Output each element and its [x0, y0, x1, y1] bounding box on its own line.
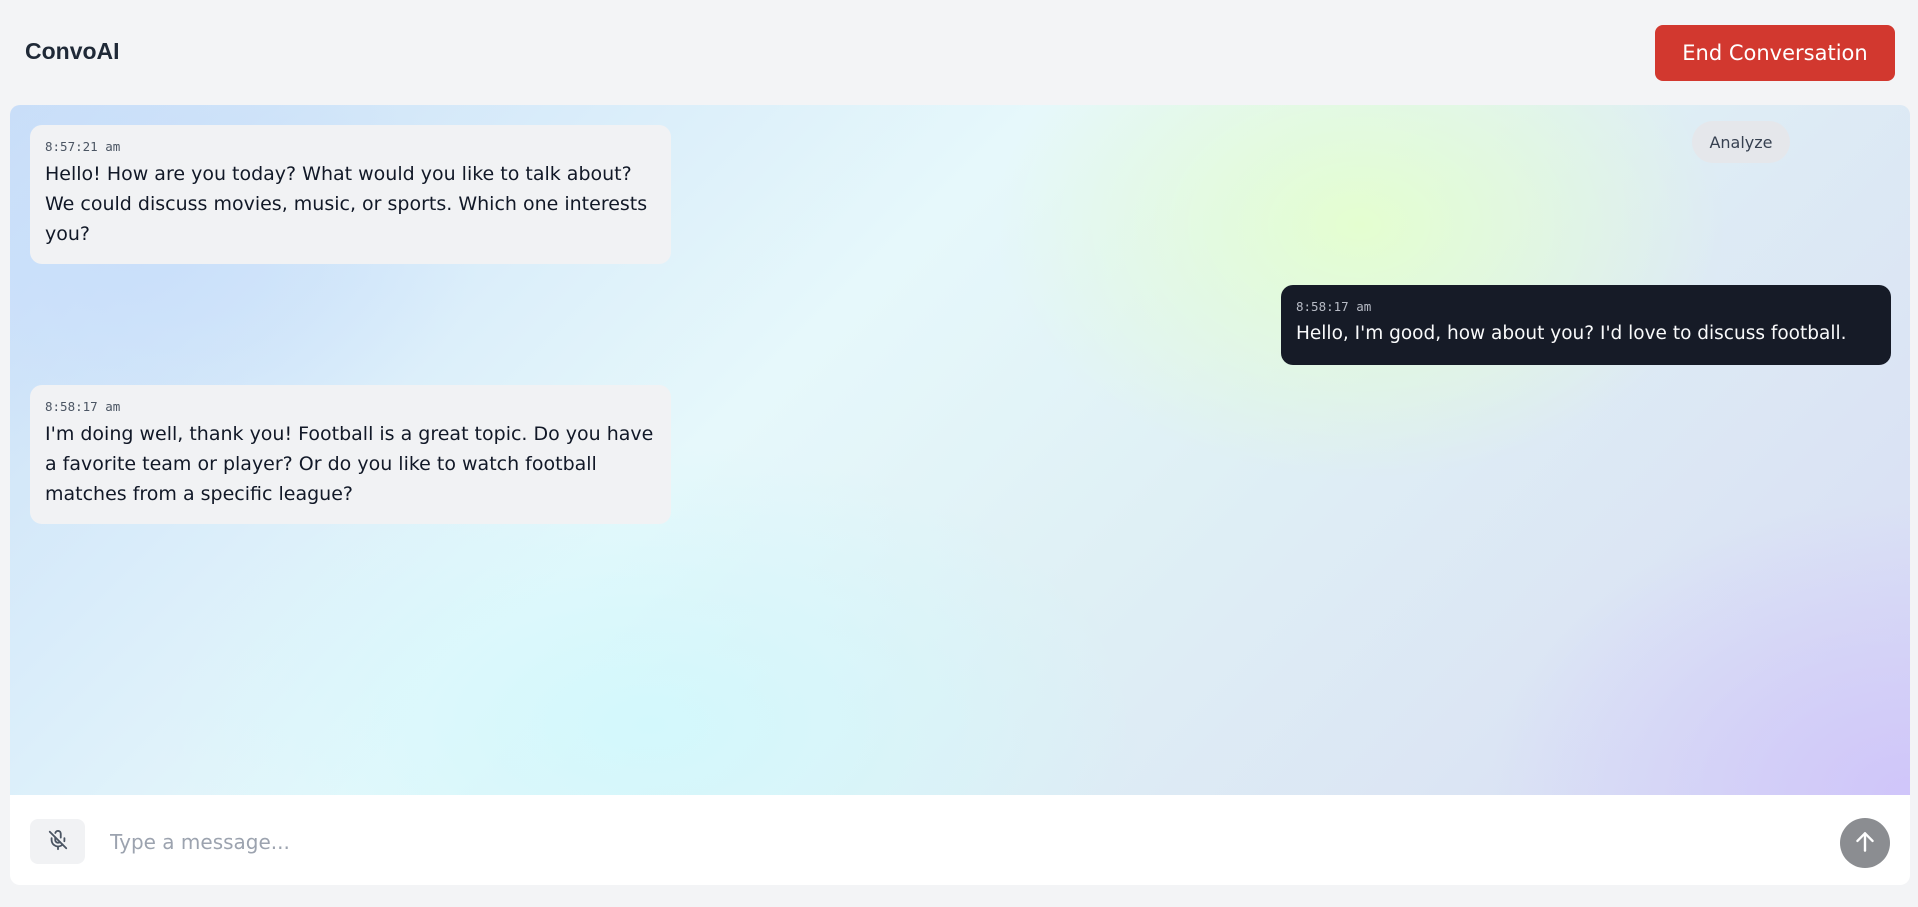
message-text: Hello! How are you today? What would you…: [45, 163, 648, 245]
send-button[interactable]: [1840, 818, 1890, 868]
message-text: I'm doing well, thank you! Football is a…: [45, 423, 654, 505]
mic-off-icon: [47, 829, 69, 854]
assistant-message: 8:58:17 am I'm doing well, thank you! Fo…: [30, 385, 671, 524]
chat-area[interactable]: Analyze 8:57:21 am Hello! How are you to…: [10, 105, 1910, 795]
message-timestamp: 8:58:17 am: [45, 399, 121, 414]
user-message: 8:58:17 am Hello, I'm good, how about yo…: [1281, 285, 1891, 365]
end-conversation-button[interactable]: End Conversation: [1655, 25, 1895, 81]
message-input[interactable]: [110, 819, 1810, 864]
message-timestamp: 8:58:17 am: [1296, 299, 1372, 314]
app-header: ConvoAI End Conversation: [0, 0, 1918, 104]
arrow-up-icon: [1852, 829, 1878, 858]
message-text: Hello, I'm good, how about you? I'd love…: [1296, 323, 1847, 344]
mic-toggle-button[interactable]: [30, 819, 85, 864]
app-logo-text: ConvoAI: [25, 38, 120, 64]
assistant-message: 8:57:21 am Hello! How are you today? Wha…: [30, 125, 671, 264]
analyze-button[interactable]: Analyze: [1692, 121, 1790, 163]
message-timestamp: 8:57:21 am: [45, 139, 121, 154]
message-composer: [10, 795, 1910, 885]
